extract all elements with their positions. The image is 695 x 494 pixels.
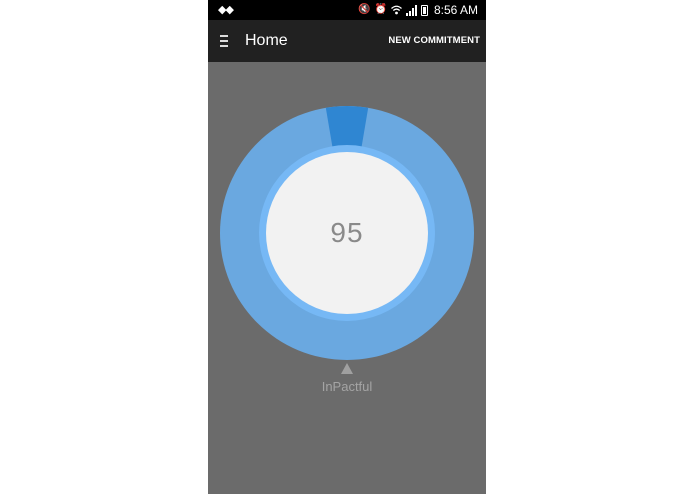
phone-screen: ◆◆ 🔇 ⏰ 8:56 AM Home NEW COMMITMENT 95 In… bbox=[208, 0, 486, 494]
battery-icon bbox=[420, 4, 428, 16]
wave-icon: ◆◆ bbox=[218, 3, 234, 16]
signal-icon bbox=[405, 4, 417, 16]
app-bar: Home NEW COMMITMENT bbox=[208, 20, 486, 62]
page-title: Home bbox=[245, 32, 288, 49]
score-gauge: 95 bbox=[218, 104, 476, 362]
hamburger-icon[interactable] bbox=[220, 35, 228, 47]
alarm-icon: ⏰ bbox=[374, 4, 387, 15]
wifi-icon bbox=[391, 5, 402, 15]
mute-icon: 🔇 bbox=[358, 4, 371, 15]
status-bar: ◆◆ 🔇 ⏰ 8:56 AM bbox=[208, 0, 486, 20]
status-time: 8:56 AM bbox=[433, 3, 478, 17]
score-value: 95 bbox=[330, 217, 364, 248]
brand-label: InPactful bbox=[321, 379, 373, 394]
status-icons: 🔇 ⏰ 8:56 AM bbox=[358, 2, 478, 18]
triangle-up-icon bbox=[341, 363, 353, 374]
new-commitment-button[interactable]: NEW COMMITMENT bbox=[388, 35, 480, 46]
